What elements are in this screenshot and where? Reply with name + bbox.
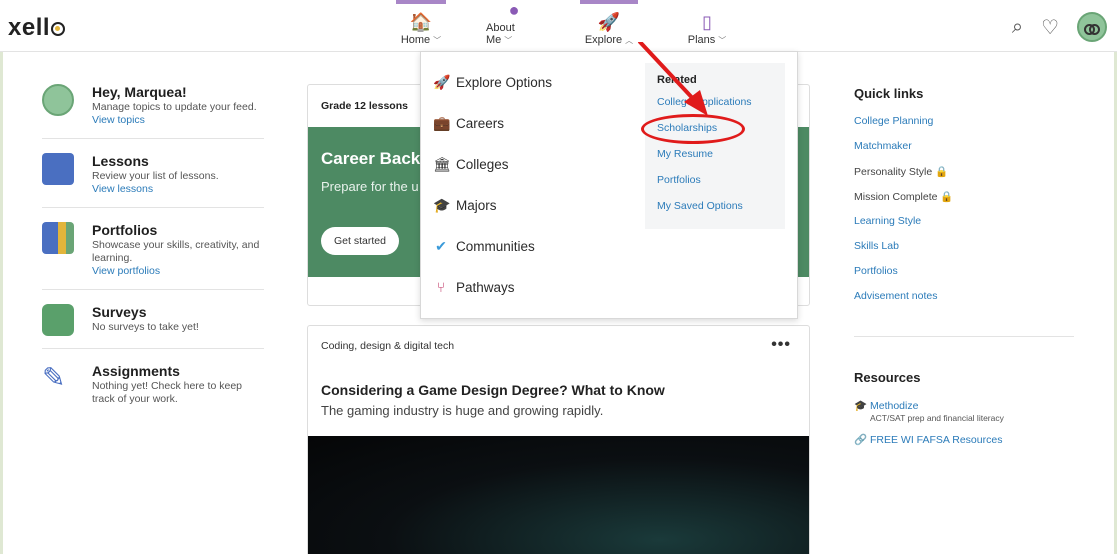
menu-item-careers[interactable]: 💼 Careers (433, 115, 504, 132)
quick-links-panel: Quick links College Planning Matchmaker … (854, 86, 1074, 315)
clipboard-icon: ▯ (702, 12, 712, 32)
related-my-resume[interactable]: My Resume (657, 148, 773, 174)
portfolios-icon (42, 222, 74, 254)
quick-link-advisement-notes[interactable]: Advisement notes (854, 290, 1074, 315)
divider (854, 336, 1074, 337)
menu-item-pathways[interactable]: ⑂ Pathways (433, 279, 515, 295)
quick-link-matchmaker[interactable]: Matchmaker (854, 140, 1074, 165)
article-title[interactable]: Considering a Game Design Degree? What t… (321, 382, 665, 398)
active-indicator (580, 0, 638, 4)
assignments-title: Assignments (92, 363, 180, 379)
quick-link-mission-complete: Mission Complete 🔒 (854, 191, 954, 203)
pen-icon: ✎ (42, 362, 66, 393)
view-lessons-link[interactable]: View lessons (92, 183, 219, 195)
lessons-row: Lessons Review your list of lessons. Vie… (42, 153, 264, 208)
portfolios-title: Portfolios (92, 222, 158, 238)
quick-link-skills-lab[interactable]: Skills Lab (854, 240, 1074, 265)
lock-icon: 🔒 (940, 191, 954, 203)
chevron-down-icon: ﹀ (433, 36, 442, 45)
quick-link-learning-style[interactable]: Learning Style (854, 215, 1074, 240)
methodize-link[interactable]: 🎓 Methodize (854, 399, 1074, 412)
article-image (308, 436, 809, 554)
resources-panel: Resources 🎓 Methodize ACT/SAT prep and f… (854, 370, 1074, 446)
methodize-subtitle: ACT/SAT prep and financial literacy (870, 413, 1004, 423)
search-icon[interactable]: ⌕ (1012, 16, 1023, 39)
briefcase-icon: 💼 (433, 115, 451, 131)
chevron-down-icon: ﹀ (504, 36, 513, 45)
building-icon: 🏛 (433, 156, 451, 172)
xello-logo[interactable]: xell (8, 14, 66, 42)
header-actions: ⌕ ♡ (1012, 12, 1107, 42)
get-started-button[interactable]: Get started (321, 227, 399, 255)
lock-icon: 🔒 (935, 166, 949, 178)
related-portfolios[interactable]: Portfolios (657, 174, 773, 200)
lessons-icon (42, 153, 74, 185)
lessons-title: Lessons (92, 153, 149, 169)
menu-item-colleges[interactable]: 🏛 Colleges (433, 156, 509, 173)
badge-check-icon: ✔ (435, 238, 447, 254)
active-indicator (396, 0, 446, 4)
surveys-row: Surveys No surveys to take yet! (42, 304, 264, 349)
top-header: xell 🏠 Home ﹀ ● About Me ﹀ 🚀 Explore ︿ ▯ Pl… (0, 0, 1117, 52)
greeting-row: Hey, Marquea! Manage topics to update yo… (42, 84, 264, 139)
article-card: Coding, design & digital tech ••• Consid… (307, 325, 810, 554)
portfolios-desc: Showcase your skills, creativity, and le… (92, 239, 260, 264)
rocket-icon: 🚀 (597, 12, 621, 32)
avatar[interactable] (1077, 12, 1107, 42)
quick-link-portfolios[interactable]: Portfolios (854, 265, 1074, 290)
nav-home[interactable]: 🏠 Home ﹀ (396, 0, 446, 52)
annotation-arrow (638, 42, 708, 116)
branch-icon: ⑂ (436, 279, 446, 295)
article-desc: The gaming industry is huge and growing … (321, 403, 604, 418)
greeting-desc: Manage topics to update your feed. (92, 101, 257, 113)
more-options-icon[interactable]: ••• (771, 336, 791, 354)
lessons-desc: Review your list of lessons. (92, 170, 219, 182)
link-icon: 🔗 (854, 434, 868, 446)
article-category: Coding, design & digital tech (321, 340, 455, 352)
rocket-icon: 🚀 (433, 74, 451, 90)
explore-dropdown: 🚀 Explore Options 💼 Careers 🏛 Colleges 🎓 Maj… (420, 51, 798, 319)
view-topics-link[interactable]: View topics (92, 114, 257, 126)
menu-item-explore-options[interactable]: 🚀 Explore Options (433, 74, 552, 91)
quick-links-header: Quick links (854, 86, 924, 101)
portfolios-row: Portfolios Showcase your skills, creativ… (42, 222, 264, 290)
resources-header: Resources (854, 370, 921, 385)
greeting-title: Hey, Marquea! (92, 84, 187, 100)
menu-item-majors[interactable]: 🎓 Majors (433, 197, 497, 214)
person-icon: ● (508, 0, 520, 20)
assignments-row: ✎ Assignments Nothing yet! Check here to… (42, 363, 264, 418)
home-icon: 🏠 (409, 12, 433, 32)
left-sidebar: Hey, Marquea! Manage topics to update yo… (42, 84, 264, 432)
related-my-saved-options[interactable]: My Saved Options (657, 200, 773, 226)
assignments-desc: Nothing yet! Check here to keep track of… (92, 380, 243, 405)
speech-bubble-icon (42, 304, 74, 336)
fafsa-link[interactable]: 🔗 FREE WI FAFSA Resources (854, 433, 1074, 446)
nav-about-me[interactable]: ● About Me ﹀ (486, 0, 542, 52)
graduation-cap-icon: 🎓 (433, 197, 451, 213)
heart-icon[interactable]: ♡ (1041, 15, 1059, 40)
surveys-title: Surveys (92, 304, 147, 320)
surveys-desc: No surveys to take yet! (92, 321, 199, 333)
graduation-cap-icon: 🎓 (854, 400, 868, 412)
avatar (42, 84, 74, 116)
quick-link-college-planning[interactable]: College Planning (854, 115, 1074, 140)
menu-item-communities[interactable]: ✔ Communities (433, 238, 535, 255)
view-portfolios-link[interactable]: View portfolios (92, 265, 264, 277)
annotation-circle (641, 114, 745, 144)
quick-link-personality-style: Personality Style 🔒 (854, 166, 949, 178)
